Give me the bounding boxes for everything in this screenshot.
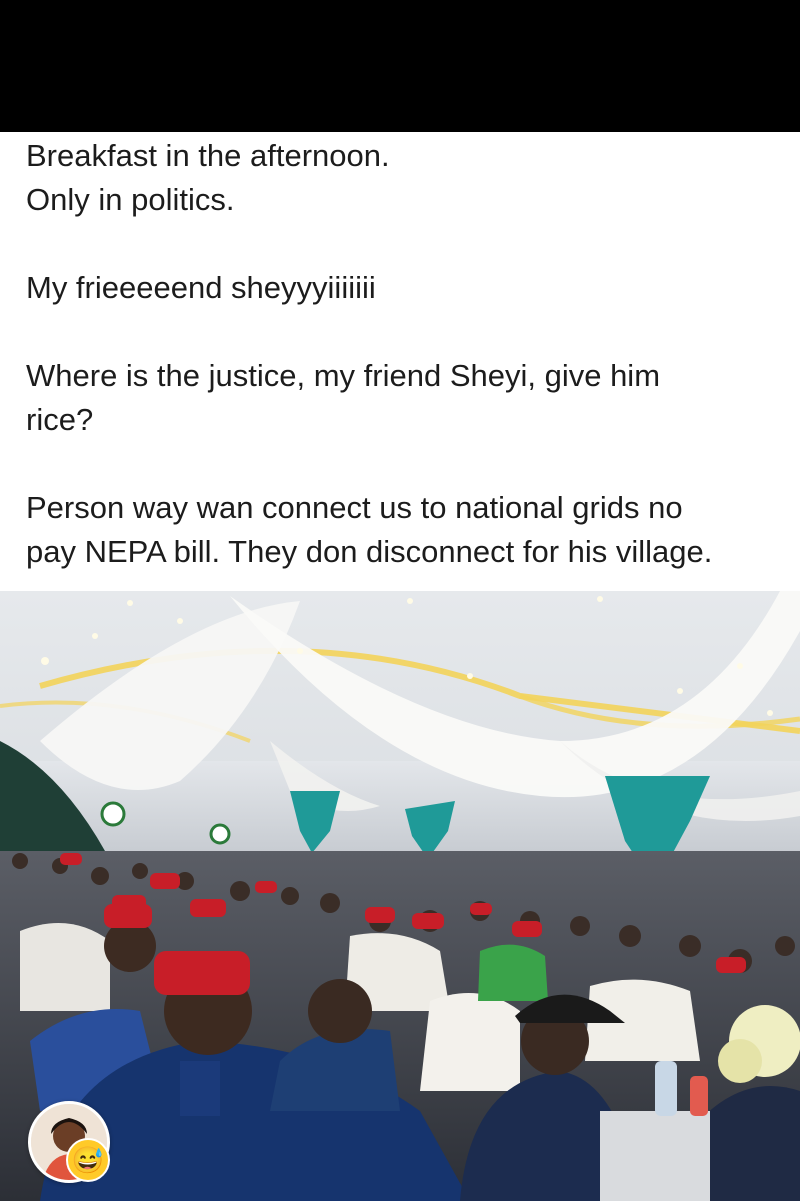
post-text: Breakfast in the afternoon. Only in poli… xyxy=(26,134,798,574)
grinning-sweat-emoji-icon[interactable]: 😅 xyxy=(66,1138,110,1182)
post-line-2: Only in politics. xyxy=(26,182,235,217)
photo-illustration xyxy=(0,591,800,1201)
post-line-3: My frieeeeend sheyyyiiiiiii xyxy=(26,270,376,305)
post-line-6: Person way wan connect us to national gr… xyxy=(26,490,683,525)
post-line-5: rice? xyxy=(26,402,94,437)
post-line-4: Where is the justice, my friend Sheyi, g… xyxy=(26,358,661,393)
event-hall-photo[interactable] xyxy=(0,591,800,1201)
post-line-1: Breakfast in the afternoon. xyxy=(26,138,390,173)
top-black-bar xyxy=(0,0,800,132)
post-line-7: pay NEPA bill. They don disconnect for h… xyxy=(26,534,713,569)
